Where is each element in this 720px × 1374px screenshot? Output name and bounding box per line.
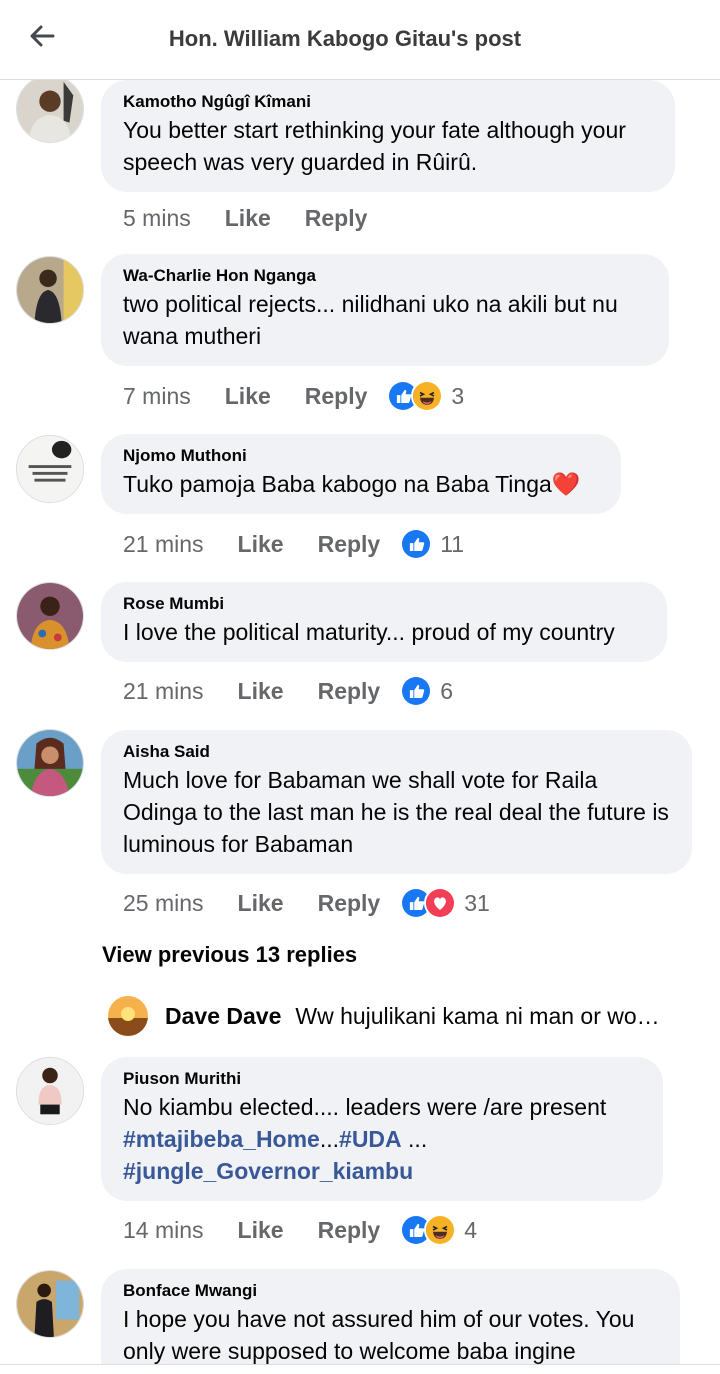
comment-text: two political rejects... nilidhani uko n… [123,291,618,349]
comment-author[interactable]: Rose Mumbi [123,594,645,614]
reply-button[interactable]: Reply [318,890,381,917]
comment-bubble: Kamotho Ngûgî Kîmani You better start re… [101,80,675,192]
comment-time[interactable]: 25 mins [123,890,204,917]
avatar[interactable] [16,75,84,143]
comment-meta: 21 mins Like Reply 6 [123,674,453,708]
comment-meta: 14 mins Like Reply 4 [123,1213,477,1247]
comment-bubble: Wa-Charlie Hon Nganga two political reje… [101,254,669,366]
reply-button[interactable]: Reply [305,205,368,232]
reaction-summary[interactable]: 6 [400,675,453,707]
reply-button[interactable]: Reply [305,383,368,410]
avatar[interactable] [16,256,84,324]
avatar[interactable] [16,1057,84,1125]
hashtag-link[interactable]: #UDA [339,1126,402,1152]
like-button[interactable]: Like [238,1217,284,1244]
comment-author[interactable]: Piuson Murithi [123,1069,641,1089]
avatar[interactable] [16,435,84,503]
avatar[interactable] [16,582,84,650]
reaction-count: 11 [440,530,465,557]
reaction-summary[interactable]: 4 [400,1214,477,1246]
reaction-count: 3 [451,382,465,409]
page-title: Hon. William Kabogo Gitau's post [168,26,522,51]
reply-preview-author[interactable]: Dave Dave [165,1003,281,1030]
reply-button[interactable]: Reply [318,1217,381,1244]
comment-text: Tuko pamoja Baba kabogo na Baba Tinga❤️ [123,471,581,497]
comment-text: You better start rethinking your fate al… [123,117,626,175]
haha-reaction-icon [424,1214,457,1246]
view-previous-replies-link[interactable]: View previous 13 replies [102,942,357,968]
reply-button[interactable]: Reply [318,531,381,558]
top-bar: Hon. William Kabogo Gitau's post [0,0,720,80]
reply-preview-text: Ww hujulikani kama ni man or woman [295,1002,672,1029]
reply-preview[interactable]: Dave Dave Ww hujulikani kama ni man or w… [108,994,688,1038]
comment-bubble: Bonface Mwangi I hope you have not assur… [101,1269,680,1374]
comment-meta: 25 mins Like Reply 31 [123,886,490,920]
reaction-summary[interactable]: 3 [387,380,464,412]
comment-text: Much love for Babaman we shall vote for … [123,767,669,857]
comment-bubble: Aisha Said Much love for Babaman we shal… [101,730,692,874]
comment-author[interactable]: Aisha Said [123,742,670,762]
reaction-count: 6 [440,677,454,704]
comment-time[interactable]: 21 mins [123,678,204,705]
comment-time[interactable]: 5 mins [123,205,191,232]
comment-time[interactable]: 14 mins [123,1217,204,1244]
comment-meta: 21 mins Like Reply 11 [123,527,464,561]
reaction-summary[interactable]: 11 [400,528,464,560]
comment-text: No kiambu elected.... leaders were /are … [123,1094,607,1184]
like-button[interactable]: Like [238,531,284,558]
like-button[interactable]: Like [225,205,271,232]
comment-author[interactable]: Wa-Charlie Hon Nganga [123,266,647,286]
like-button[interactable]: Like [225,383,271,410]
reaction-summary[interactable]: 31 [400,887,490,919]
avatar[interactable] [16,729,84,797]
like-button[interactable]: Like [238,890,284,917]
comment-author[interactable]: Njomo Muthoni [123,446,599,466]
reaction-count: 4 [464,1216,478,1243]
avatar[interactable] [108,996,148,1036]
comment-bubble: Njomo Muthoni Tuko pamoja Baba kabogo na… [101,434,621,514]
comment-time[interactable]: 7 mins [123,383,191,410]
comment-author[interactable]: Kamotho Ngûgî Kîmani [123,92,653,112]
bottom-edge [0,1364,720,1374]
hashtag-link[interactable]: #mtajibeba_Home [123,1126,320,1152]
comment-meta: 5 mins Like Reply [123,201,387,235]
hashtag-link[interactable]: #jungle_Governor_kiambu [123,1158,413,1184]
like-reaction-icon [400,528,433,560]
avatar[interactable] [16,1270,84,1338]
comment-text: I hope you have not assured him of our v… [123,1306,635,1364]
comment-text: I love the political maturity... proud o… [123,619,615,645]
like-reaction-icon [400,675,433,707]
comment-author[interactable]: Bonface Mwangi [123,1281,658,1301]
reaction-count: 31 [464,889,490,916]
comment-time[interactable]: 21 mins [123,531,204,558]
love-reaction-icon [424,887,457,919]
reply-button[interactable]: Reply [318,678,381,705]
comment-meta: 7 mins Like Reply 3 [123,379,464,413]
comment-bubble: Piuson Murithi No kiambu elected.... lea… [101,1057,663,1201]
comment-bubble: Rose Mumbi I love the political maturity… [101,582,667,662]
like-button[interactable]: Like [238,678,284,705]
haha-reaction-icon [411,380,444,412]
